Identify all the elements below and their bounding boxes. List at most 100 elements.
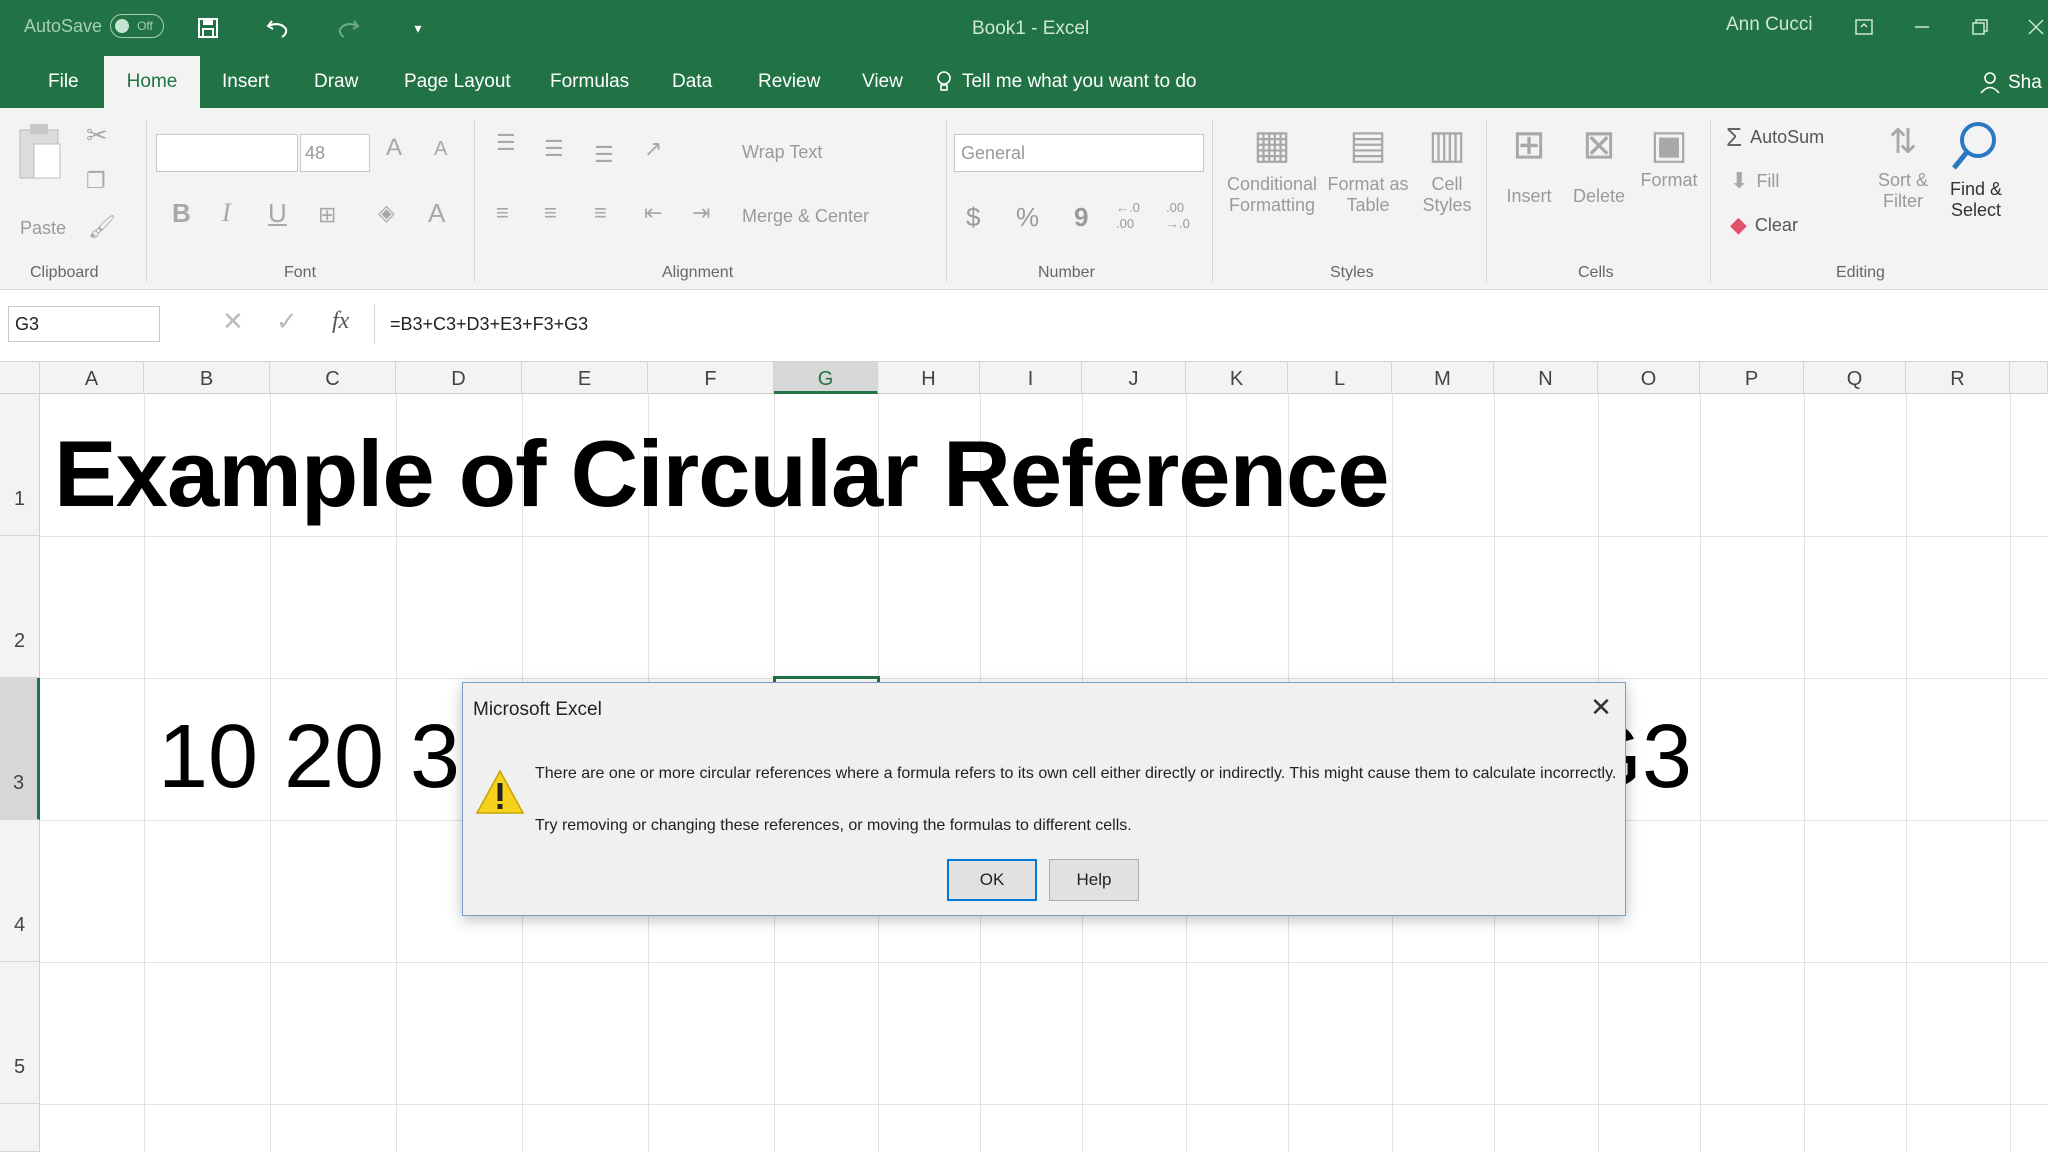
sort-filter-button[interactable]: ⇅ Sort & Filter xyxy=(1870,122,1936,212)
insert-function-icon[interactable]: fx xyxy=(332,308,349,335)
column-header-F[interactable]: F xyxy=(648,362,774,394)
column-header-G[interactable]: G xyxy=(774,362,878,394)
align-bottom-icon[interactable]: ☰ xyxy=(594,142,614,168)
copy-icon[interactable]: ❐ xyxy=(86,168,106,194)
restore-icon[interactable] xyxy=(1962,12,1998,42)
tab-draw[interactable]: Draw xyxy=(296,56,376,108)
column-header-Q[interactable]: Q xyxy=(1804,362,1906,394)
fill-color-icon[interactable]: ◈ xyxy=(378,200,395,226)
row-header-1[interactable]: 1 xyxy=(0,394,40,536)
ok-button[interactable]: OK xyxy=(947,859,1037,901)
align-right-icon[interactable]: ≡ xyxy=(594,200,607,226)
tab-review[interactable]: Review xyxy=(740,56,838,108)
column-header-D[interactable]: D xyxy=(396,362,522,394)
help-button[interactable]: Help xyxy=(1049,859,1139,901)
column-header-R[interactable]: R xyxy=(1906,362,2010,394)
insert-cells-button[interactable]: ⊞ Insert xyxy=(1496,122,1562,207)
column-header-C[interactable]: C xyxy=(270,362,396,394)
delete-cells-button[interactable]: ⊠ Delete xyxy=(1566,122,1632,207)
undo-icon[interactable] xyxy=(262,12,294,44)
currency-icon[interactable]: $ xyxy=(966,202,980,233)
tab-formulas[interactable]: Formulas xyxy=(532,56,647,108)
cut-icon[interactable]: ✂ xyxy=(86,120,108,151)
decrease-decimal-icon[interactable]: .00 →.0 xyxy=(1166,200,1202,232)
cell-A1[interactable]: Example of Circular Reference xyxy=(54,420,1390,528)
redo-icon[interactable] xyxy=(332,12,364,44)
percent-icon[interactable]: % xyxy=(1016,202,1039,233)
borders-icon[interactable]: ⊞ xyxy=(318,202,336,228)
column-header-I[interactable]: I xyxy=(980,362,1082,394)
row-header-5[interactable]: 5 xyxy=(0,962,40,1104)
comma-style-icon[interactable]: 9 xyxy=(1074,202,1088,233)
tab-page-layout[interactable]: Page Layout xyxy=(386,56,529,108)
confirm-entry-icon[interactable]: ✓ xyxy=(276,306,298,337)
align-top-icon[interactable]: ☰ xyxy=(496,130,516,156)
column-header-O[interactable]: O xyxy=(1598,362,1700,394)
align-left-icon[interactable]: ≡ xyxy=(496,200,509,226)
user-name[interactable]: Ann Cucci xyxy=(1726,14,1813,36)
dialog-close-icon[interactable]: ✕ xyxy=(1587,693,1615,721)
paste-button[interactable]: Paste xyxy=(16,122,66,238)
cell-D3[interactable]: 3 xyxy=(410,706,460,809)
column-header-L[interactable]: L xyxy=(1288,362,1392,394)
wrap-text-button[interactable]: Wrap Text xyxy=(742,142,822,163)
column-header-N[interactable]: N xyxy=(1494,362,1598,394)
increase-font-icon[interactable]: A xyxy=(386,134,402,162)
autosave-control[interactable]: AutoSave Off xyxy=(24,14,165,38)
font-name-box[interactable] xyxy=(156,134,298,172)
row-header-6[interactable] xyxy=(0,1104,40,1152)
column-header-E[interactable]: E xyxy=(522,362,648,394)
column-header-M[interactable]: M xyxy=(1392,362,1494,394)
format-as-table-button[interactable]: ▤ Format as Table xyxy=(1326,122,1410,252)
conditional-formatting-button[interactable]: ▦ Conditional Formatting xyxy=(1222,122,1322,252)
align-center-icon[interactable]: ≡ xyxy=(544,200,557,226)
font-color-icon[interactable]: A xyxy=(428,198,445,229)
name-box[interactable]: G3 xyxy=(8,306,160,342)
underline-icon[interactable]: U xyxy=(268,198,287,229)
align-middle-icon[interactable]: ☰ xyxy=(544,136,564,162)
share-button[interactable]: Sha xyxy=(1980,72,2042,94)
font-size-box[interactable]: 48 xyxy=(300,134,370,172)
column-header-A[interactable]: A xyxy=(40,362,144,394)
column-header-J[interactable]: J xyxy=(1082,362,1186,394)
autosum-button[interactable]: Σ AutoSum xyxy=(1726,122,1824,153)
minimize-icon[interactable] xyxy=(1904,12,1940,42)
tab-data[interactable]: Data xyxy=(654,56,730,108)
save-icon[interactable] xyxy=(192,12,224,44)
ribbon-display-icon[interactable] xyxy=(1846,12,1882,42)
decrease-indent-icon[interactable]: ⇤ xyxy=(644,200,662,226)
close-window-icon[interactable] xyxy=(2018,12,2048,42)
tab-insert[interactable]: Insert xyxy=(204,56,288,108)
fill-button[interactable]: ⬇ Fill xyxy=(1730,168,1779,194)
row-header-4[interactable]: 4 xyxy=(0,820,40,962)
cell-styles-button[interactable]: ▥ Cell Styles xyxy=(1412,122,1482,252)
tab-home[interactable]: Home xyxy=(104,56,200,108)
bold-icon[interactable]: B xyxy=(172,198,191,229)
column-header-H[interactable]: H xyxy=(878,362,980,394)
column-header-K[interactable]: K xyxy=(1186,362,1288,394)
number-format-box[interactable]: General xyxy=(954,134,1204,172)
italic-icon[interactable]: I xyxy=(222,198,231,228)
find-select-button[interactable]: Find & Select xyxy=(1940,118,2012,221)
increase-decimal-icon[interactable]: ←.0 .00 xyxy=(1116,200,1152,232)
clear-button[interactable]: ◆ Clear xyxy=(1730,212,1798,238)
orientation-icon[interactable]: ↗ xyxy=(644,136,662,162)
column-header-P[interactable]: P xyxy=(1700,362,1804,394)
row-header-3[interactable]: 3 xyxy=(0,678,40,820)
cell-C3[interactable]: 20 xyxy=(284,706,384,809)
row-header-2[interactable]: 2 xyxy=(0,536,40,678)
increase-indent-icon[interactable]: ⇥ xyxy=(692,200,710,226)
decrease-font-icon[interactable]: A xyxy=(434,138,447,161)
column-header-B[interactable]: B xyxy=(144,362,270,394)
select-all-corner[interactable] xyxy=(0,362,40,394)
cell-B3[interactable]: 10 xyxy=(158,706,258,809)
merge-center-button[interactable]: Merge & Center xyxy=(742,206,869,227)
format-cells-button[interactable]: ▣ Format xyxy=(1636,122,1702,191)
cancel-entry-icon[interactable]: ✕ xyxy=(222,306,244,337)
format-painter-icon[interactable]: 🖌 xyxy=(88,214,116,240)
tell-me-box[interactable]: Tell me what you want to do xyxy=(936,56,1196,108)
autosave-toggle[interactable]: Off xyxy=(110,14,165,38)
customize-qat-icon[interactable]: ▾ xyxy=(402,12,434,44)
tab-view[interactable]: View xyxy=(844,56,921,108)
tab-file[interactable]: File xyxy=(30,56,97,108)
